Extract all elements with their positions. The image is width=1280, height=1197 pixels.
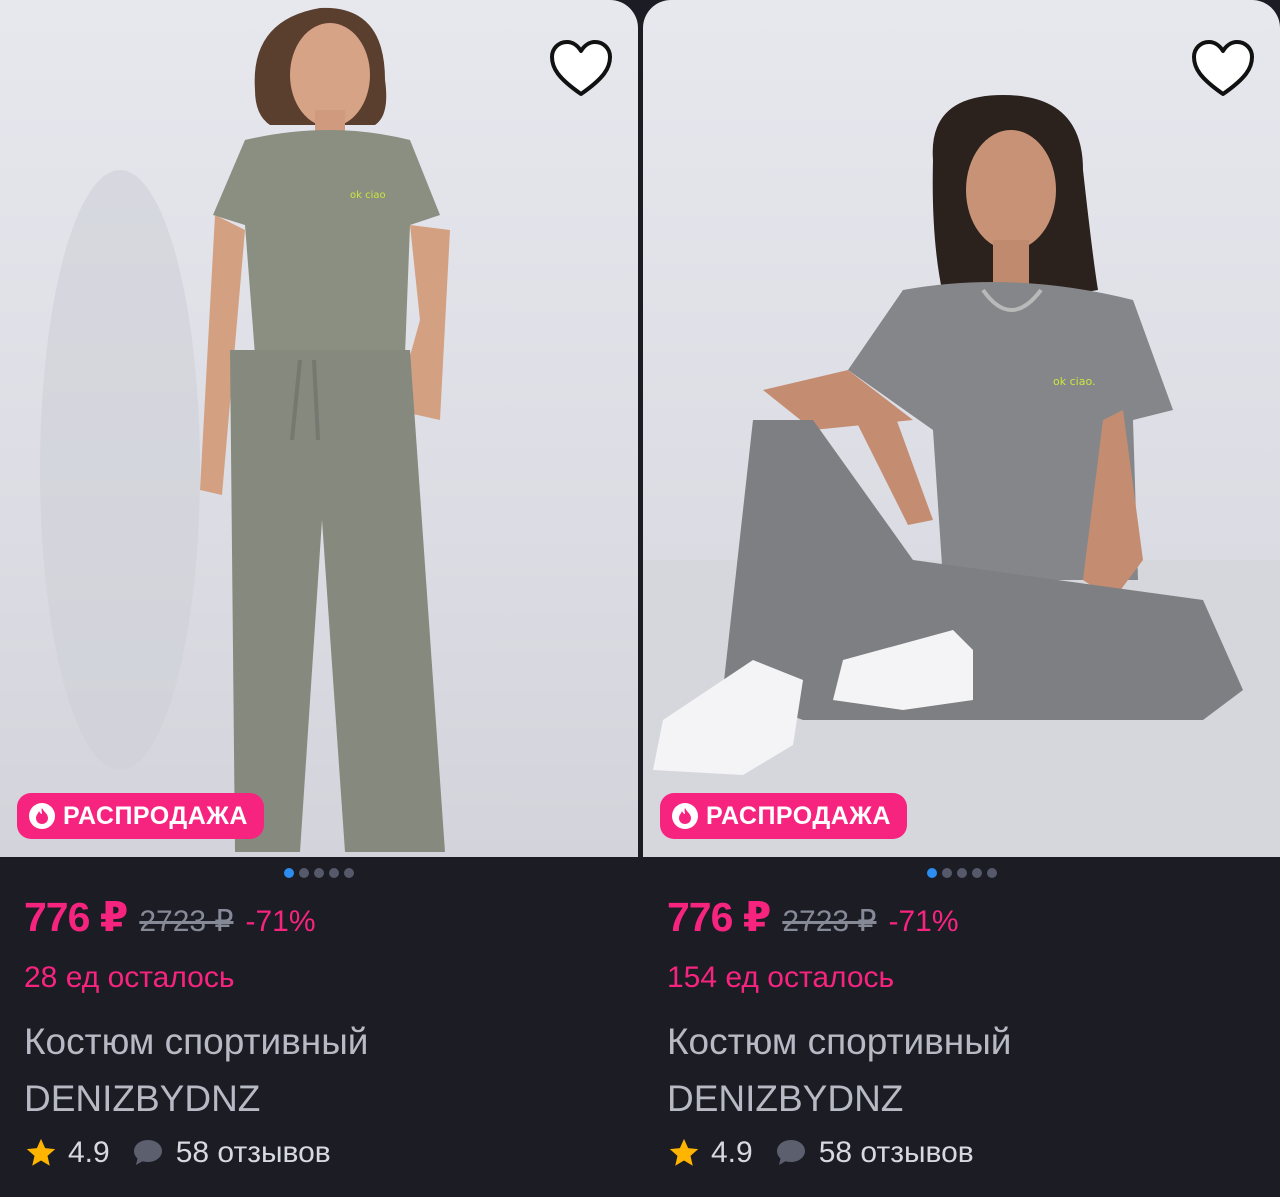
sale-badge-label: РАСПРОДАЖА: [63, 801, 248, 830]
image-carousel-dots[interactable]: [643, 868, 1280, 878]
product-grid: ok ciao РАСПРОДАЖА 776 ₽ 2723 ₽ -71% 28 …: [0, 0, 1280, 1197]
product-card[interactable]: ok ciao. РАСПРОДАЖА 776 ₽ 2723 ₽ -71% 15…: [643, 0, 1280, 1197]
product-card[interactable]: ok ciao РАСПРОДАЖА 776 ₽ 2723 ₽ -71% 28 …: [0, 0, 638, 1197]
fire-icon: [29, 803, 55, 829]
carousel-dot[interactable]: [971, 868, 982, 878]
sale-badge[interactable]: РАСПРОДАЖА: [660, 793, 907, 839]
star-icon: [26, 1138, 56, 1166]
star-icon: [669, 1138, 699, 1166]
product-title-line1[interactable]: Костюм спортивный: [24, 1013, 628, 1070]
favorite-heart-icon[interactable]: [1190, 38, 1256, 98]
rating-row[interactable]: 4.9 58 отзывов: [667, 1131, 1270, 1175]
fire-icon: [672, 803, 698, 829]
model-standing-image: ok ciao: [40, 7, 450, 852]
carousel-dot[interactable]: [329, 868, 339, 878]
carousel-dot[interactable]: [344, 868, 354, 878]
discount-percent: -71%: [245, 905, 316, 938]
old-price: 2723 ₽: [139, 905, 234, 938]
product-title[interactable]: Костюм спортивный DENIZBYDNZ: [24, 1013, 628, 1127]
stock-remaining: 154 ед осталось: [667, 961, 895, 994]
current-price: 776 ₽: [24, 894, 128, 940]
product-title[interactable]: Костюм спортивный DENIZBYDNZ: [667, 1013, 1270, 1127]
price-row: 776 ₽ 2723 ₽ -71%: [667, 893, 1270, 953]
comment-bubble-icon: [133, 1140, 162, 1165]
shirt-print-text: ok ciao: [350, 190, 386, 201]
reviews-count[interactable]: 58 отзывов: [819, 1136, 974, 1170]
sale-badge-label: РАСПРОДАЖА: [706, 801, 891, 830]
product-brand[interactable]: DENIZBYDNZ: [667, 1070, 1270, 1127]
product-photo[interactable]: ok ciao РАСПРОДАЖА: [0, 0, 638, 857]
carousel-dot-active[interactable]: [284, 868, 294, 878]
stock-remaining: 28 ед осталось: [24, 961, 235, 994]
product-brand[interactable]: DENIZBYDNZ: [24, 1070, 628, 1127]
product-info: 776 ₽ 2723 ₽ -71% 154 ед осталось Костюм…: [667, 893, 1270, 1175]
carousel-dot[interactable]: [986, 868, 997, 878]
old-price: 2723 ₽: [782, 905, 877, 938]
comment-bubble-icon: [776, 1140, 805, 1165]
reviews-count[interactable]: 58 отзывов: [176, 1136, 331, 1170]
product-photo[interactable]: ok ciao. РАСПРОДАЖА: [643, 0, 1280, 857]
carousel-dot[interactable]: [314, 868, 324, 878]
product-title-line1[interactable]: Костюм спортивный: [667, 1013, 1270, 1070]
rating-row[interactable]: 4.9 58 отзывов: [24, 1131, 628, 1175]
rating-value: 4.9: [711, 1136, 753, 1169]
price-row: 776 ₽ 2723 ₽ -71%: [24, 893, 628, 953]
product-info: 776 ₽ 2723 ₽ -71% 28 ед осталось Костюм …: [24, 893, 628, 1175]
carousel-dot-active[interactable]: [926, 868, 937, 878]
shirt-print-text: ok ciao.: [1053, 375, 1095, 388]
model-sitting-image: ok ciao.: [643, 95, 1280, 857]
carousel-dot[interactable]: [299, 868, 309, 878]
current-price: 776 ₽: [667, 894, 771, 940]
rating-value: 4.9: [68, 1136, 110, 1169]
image-carousel-dots[interactable]: [0, 868, 638, 878]
sale-badge[interactable]: РАСПРОДАЖА: [17, 793, 264, 839]
carousel-dot[interactable]: [941, 868, 952, 878]
carousel-dot[interactable]: [956, 868, 967, 878]
discount-percent: -71%: [888, 905, 959, 938]
favorite-heart-icon[interactable]: [548, 38, 614, 98]
